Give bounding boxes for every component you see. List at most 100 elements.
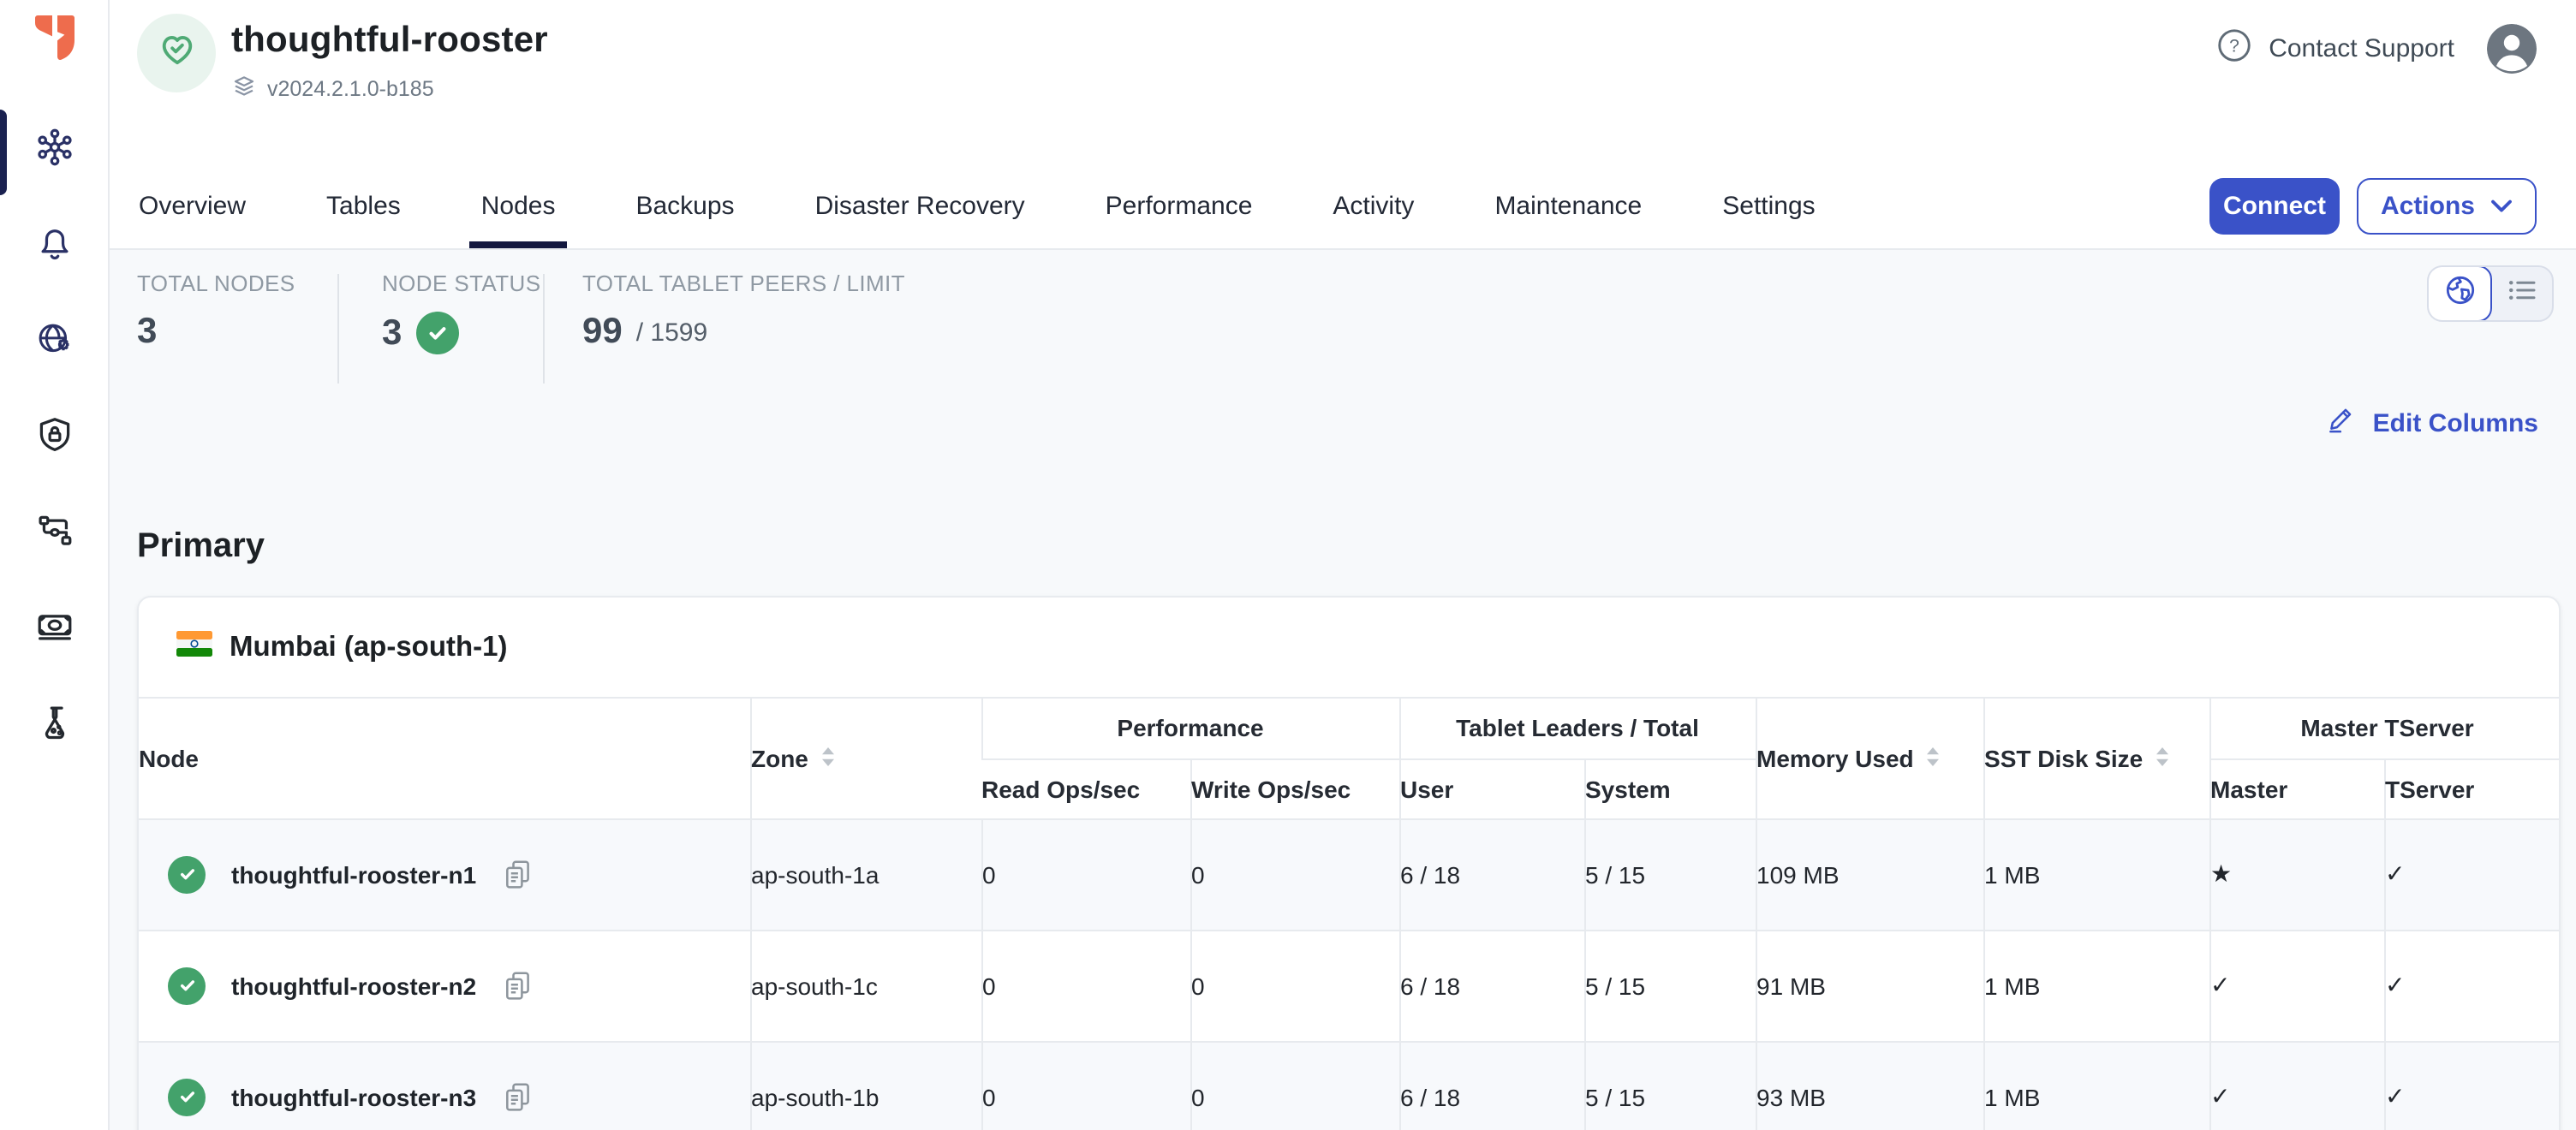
globe-icon [2442,271,2478,316]
copy-icon[interactable] [502,1080,533,1115]
col-header-user: User [1399,758,1584,818]
chevron-down-icon [2490,192,2513,221]
view-toggle [2427,265,2554,322]
col-header-sst-disk-size[interactable]: SST Disk Size [1983,699,2209,818]
system-tablets-cell: 5 / 15 [1584,818,1756,930]
region-name: Mumbai (ap-south-1) [230,631,508,663]
flask-icon [32,699,76,752]
col-group-performance: Performance [981,699,1399,758]
user-tablets-cell: 6 / 18 [1399,1041,1584,1130]
master-check-icon: ✓ [2209,930,2384,1041]
india-flag-icon [176,629,212,665]
actions-button[interactable]: Actions [2357,178,2537,235]
col-header-read-ops: Read Ops/sec [981,758,1190,818]
sidebar-item-alerts[interactable] [16,209,92,284]
memory-used-cell: 109 MB [1756,818,1983,930]
stat-total-nodes-value: 3 [137,312,157,353]
sidebar-item-billing[interactable] [16,592,92,668]
sst-disk-cell: 1 MB [1983,818,2209,930]
sidebar-item-security[interactable] [16,401,92,476]
edit-columns-label: Edit Columns [2373,408,2538,437]
tab-activity[interactable]: Activity [1333,164,1414,248]
col-header-system: System [1584,758,1756,818]
map-view-button[interactable] [2427,265,2492,322]
stat-tablet-peers-limit: / 1599 [636,318,707,347]
col-header-memory-used[interactable]: Memory Used [1756,699,1983,818]
sidebar-item-labs[interactable] [16,688,92,764]
sort-icon [1926,745,1941,772]
tab-disaster-recovery[interactable]: Disaster Recovery [815,164,1025,248]
svg-text:?: ? [2228,37,2239,56]
system-tablets-cell: 5 / 15 [1584,1041,1756,1130]
heart-check-icon [153,26,200,80]
master-check-icon: ✓ [2209,1041,2384,1130]
tserver-check-icon: ✓ [2384,818,2561,930]
master-leader-star-icon: ★ [2209,818,2384,930]
zone-cell: ap-south-1b [750,1041,981,1130]
col-header-write-ops: Write Ops/sec [1190,758,1399,818]
stat-total-nodes-label: TOTAL NODES [137,271,337,296]
col-header-master: Master [2209,758,2384,818]
tab-settings[interactable]: Settings [1722,164,1815,248]
edit-columns-link[interactable]: Edit Columns [2327,404,2538,442]
sort-icon [2155,745,2170,772]
icon-sidebar [0,0,110,1130]
top-bar: thoughtful-rooster v2024.2.1.0-b185 [110,0,2576,164]
sst-disk-cell: 1 MB [1983,930,2209,1041]
region-card: Mumbai (ap-south-1) Node Zone [137,596,2561,1130]
contact-support-link[interactable]: ? Contact Support [2214,26,2454,72]
cluster-section-title: Primary [137,527,2576,567]
stat-tablet-peers: TOTAL TABLET PEERS / LIMIT 99 / 1599 [545,271,905,384]
sidebar-item-integrations[interactable] [16,497,92,572]
zone-cell: ap-south-1a [750,818,981,930]
sidebar-item-cloud-config[interactable] [16,305,92,380]
user-avatar[interactable] [2487,24,2537,74]
tserver-check-icon: ✓ [2384,1041,2561,1130]
col-header-zone[interactable]: Zone [750,699,981,818]
list-view-button[interactable] [2490,267,2552,320]
list-icon [2503,271,2539,316]
tab-bar: Overview Tables Nodes Backups Disaster R… [110,164,2576,250]
tserver-check-icon: ✓ [2384,930,2561,1041]
yugabyte-logo[interactable] [30,14,78,65]
connect-button[interactable]: Connect [2209,178,2340,235]
nodes-table: Node Zone Performance Tablet Leaders / T… [139,699,2561,1130]
copy-icon[interactable] [502,857,533,891]
stat-total-nodes: TOTAL NODES 3 [137,271,337,384]
sst-disk-cell: 1 MB [1983,1041,2209,1130]
col-header-tserver: TServer [2384,758,2561,818]
node-name-link[interactable]: thoughtful-rooster-n1 [231,860,476,888]
user-tablets-cell: 6 / 18 [1399,818,1584,930]
shield-lock-icon [32,412,76,465]
tab-maintenance[interactable]: Maintenance [1494,164,1642,248]
stat-node-status-label: NODE STATUS [382,271,543,296]
node-name-link[interactable]: thoughtful-rooster-n2 [231,972,476,999]
sidebar-item-clusters[interactable] [16,113,92,188]
stat-tablet-peers-label: TOTAL TABLET PEERS / LIMIT [582,271,905,296]
read-ops-cell: 0 [981,818,1190,930]
universe-health-badge [137,14,216,92]
tab-tables[interactable]: Tables [326,164,401,248]
sort-icon [820,745,836,772]
table-row: thoughtful-rooster-n1 [139,818,2561,930]
memory-used-cell: 93 MB [1756,1041,1983,1130]
clusters-icon [32,124,76,177]
zone-cell: ap-south-1c [750,930,981,1041]
pencil-icon [2327,404,2358,442]
bell-icon [32,220,76,273]
copy-icon[interactable] [502,968,533,1002]
read-ops-cell: 0 [981,1041,1190,1130]
tab-performance[interactable]: Performance [1106,164,1253,248]
globe-gear-icon [32,316,76,369]
memory-used-cell: 91 MB [1756,930,1983,1041]
system-tablets-cell: 5 / 15 [1584,930,1756,1041]
actions-button-label: Actions [2381,192,2475,221]
col-group-tablet-leaders: Tablet Leaders / Total [1399,699,1756,758]
tab-nodes[interactable]: Nodes [481,164,556,248]
col-header-node: Node [139,699,750,818]
node-name-link[interactable]: thoughtful-rooster-n3 [231,1084,476,1111]
tab-overview[interactable]: Overview [139,164,246,248]
tab-backups[interactable]: Backups [635,164,734,248]
stat-node-status: NODE STATUS 3 [339,271,543,384]
contact-support-label: Contact Support [2269,34,2454,63]
